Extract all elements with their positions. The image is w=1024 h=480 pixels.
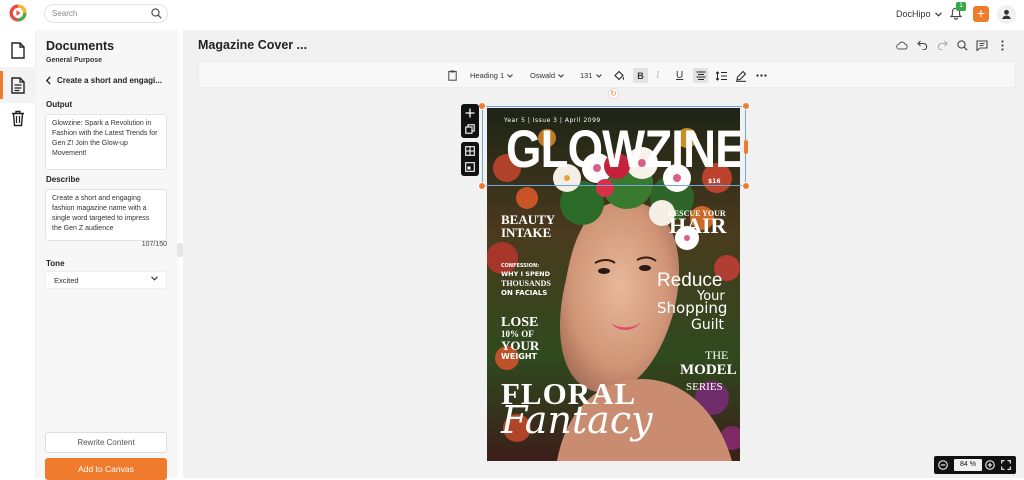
italic-button[interactable]: I — [656, 68, 659, 83]
chevron-down-icon — [151, 276, 158, 281]
resize-handle-bottom-left[interactable] — [478, 182, 486, 190]
resize-handle-bottom-right[interactable] — [742, 182, 750, 190]
add-element-icon[interactable] — [465, 108, 475, 118]
text-document-icon — [11, 76, 25, 94]
resize-handle-right[interactable] — [744, 140, 748, 154]
element-tools-group-1 — [461, 104, 479, 138]
top-bar: DocHipo 1 + — [0, 0, 1024, 30]
hair-heading: HAIR — [669, 213, 727, 238]
chevron-down-icon — [934, 11, 942, 17]
search-input[interactable] — [52, 7, 148, 20]
rail-item-trash[interactable] — [0, 100, 36, 136]
shopping-heading: Shopping — [657, 299, 728, 317]
text-color-icon[interactable] — [613, 68, 625, 83]
tone-select[interactable]: Excited — [45, 271, 167, 289]
describe-textarea[interactable]: Create a short and engaging fashion maga… — [45, 189, 167, 241]
resize-handle-top-left[interactable] — [478, 102, 486, 110]
line-spacing-icon[interactable] — [715, 68, 727, 83]
selection-box[interactable] — [482, 106, 746, 186]
document-icon — [11, 41, 25, 59]
position-icon[interactable] — [465, 162, 475, 172]
tone-value: Excited — [54, 276, 79, 285]
document-actions — [896, 39, 1008, 51]
resize-handle-top-right[interactable] — [742, 102, 750, 110]
grid-layout-icon[interactable] — [465, 146, 475, 156]
chevron-down-icon — [595, 73, 602, 78]
search-icon[interactable] — [956, 39, 968, 51]
output-text-box[interactable]: Glowzine: Spark a Revolution in Fashion … — [45, 114, 167, 170]
zoom-unit: % — [969, 461, 976, 468]
create-new-button[interactable]: + — [973, 6, 989, 22]
left-rail — [0, 30, 36, 478]
fullscreen-icon[interactable] — [1001, 460, 1011, 470]
notification-count-badge: 1 — [956, 2, 966, 11]
zoom-out-icon[interactable] — [938, 460, 948, 470]
back-link-label: Create a short and engagi... — [57, 76, 162, 85]
series-text: SERIES — [686, 381, 723, 393]
zoom-control: 84 % — [934, 456, 1016, 474]
document-title[interactable]: Magazine Cover ... — [198, 38, 307, 52]
underline-button[interactable]: U — [676, 68, 683, 83]
why-spend-text: WHY I SPEND — [501, 270, 550, 278]
trash-icon — [12, 110, 24, 126]
confession-text: CONFESSION: — [501, 263, 540, 269]
font-size-dropdown[interactable]: 131 — [580, 68, 602, 83]
on-facials-text: ON FACIALS — [501, 289, 548, 297]
undo-icon[interactable] — [916, 39, 928, 51]
cloud-save-icon[interactable] — [896, 39, 908, 51]
add-to-canvas-button[interactable]: Add to Canvas — [45, 458, 167, 480]
align-center-button[interactable] — [693, 68, 708, 83]
user-avatar-button[interactable] — [997, 5, 1016, 24]
output-label: Output — [46, 100, 73, 109]
formatting-toolbar: Heading 1 Oswald 131 B I U — [198, 61, 1016, 88]
heading-style-value: Heading 1 — [470, 71, 505, 80]
rail-item-templates[interactable] — [0, 32, 36, 68]
copy-style-icon[interactable] — [448, 68, 457, 83]
heading-style-dropdown[interactable]: Heading 1 — [470, 68, 514, 83]
tone-label: Tone — [46, 259, 65, 268]
fantasy-heading: Fantacy — [501, 398, 653, 442]
chevron-down-icon — [507, 73, 514, 78]
dochipo-logo-icon[interactable] — [9, 4, 27, 22]
search-icon[interactable] — [151, 8, 162, 19]
guilt-heading: Guilt — [691, 317, 724, 333]
the-text: THE — [705, 348, 729, 362]
account-menu[interactable]: DocHipo — [896, 9, 942, 19]
font-size-value: 131 — [580, 71, 593, 80]
rewrite-content-button[interactable]: Rewrite Content — [45, 432, 167, 453]
back-link[interactable]: Create a short and engagi... — [46, 76, 162, 85]
zoom-value: 84 — [960, 461, 968, 468]
chevron-left-icon — [46, 76, 51, 85]
more-vertical-icon[interactable] — [996, 39, 1008, 51]
character-count: 107/150 — [141, 241, 167, 248]
weight-heading: WEIGHT — [501, 352, 537, 361]
element-toolbar — [461, 104, 479, 176]
font-family-value: Oswald — [530, 71, 556, 80]
search-box[interactable] — [44, 4, 168, 23]
more-options-icon[interactable] — [756, 68, 767, 83]
panel-title: Documents — [46, 39, 115, 53]
font-family-dropdown[interactable]: Oswald — [530, 68, 564, 83]
account-name: DocHipo — [896, 9, 931, 19]
redo-icon[interactable] — [936, 39, 948, 51]
bold-button[interactable]: B — [633, 68, 648, 83]
intake-heading: INTAKE — [501, 225, 552, 240]
duplicate-icon[interactable] — [465, 124, 475, 134]
zoom-in-icon[interactable] — [985, 460, 995, 470]
documents-panel: Documents General Purpose Create a short… — [36, 30, 178, 480]
highlighter-icon[interactable] — [735, 68, 747, 83]
rail-item-documents[interactable] — [0, 67, 36, 103]
comment-icon[interactable] — [976, 39, 988, 51]
chevron-down-icon — [558, 73, 564, 78]
describe-label: Describe — [46, 175, 80, 184]
thousands-text: THOUSANDS — [501, 279, 551, 288]
element-tools-group-2 — [461, 142, 479, 176]
rotate-handle-icon[interactable]: ↻ — [608, 88, 619, 99]
zoom-level[interactable]: 84 % — [954, 459, 982, 471]
panel-subtitle: General Purpose — [46, 57, 103, 64]
model-text: MODEL — [680, 362, 737, 378]
